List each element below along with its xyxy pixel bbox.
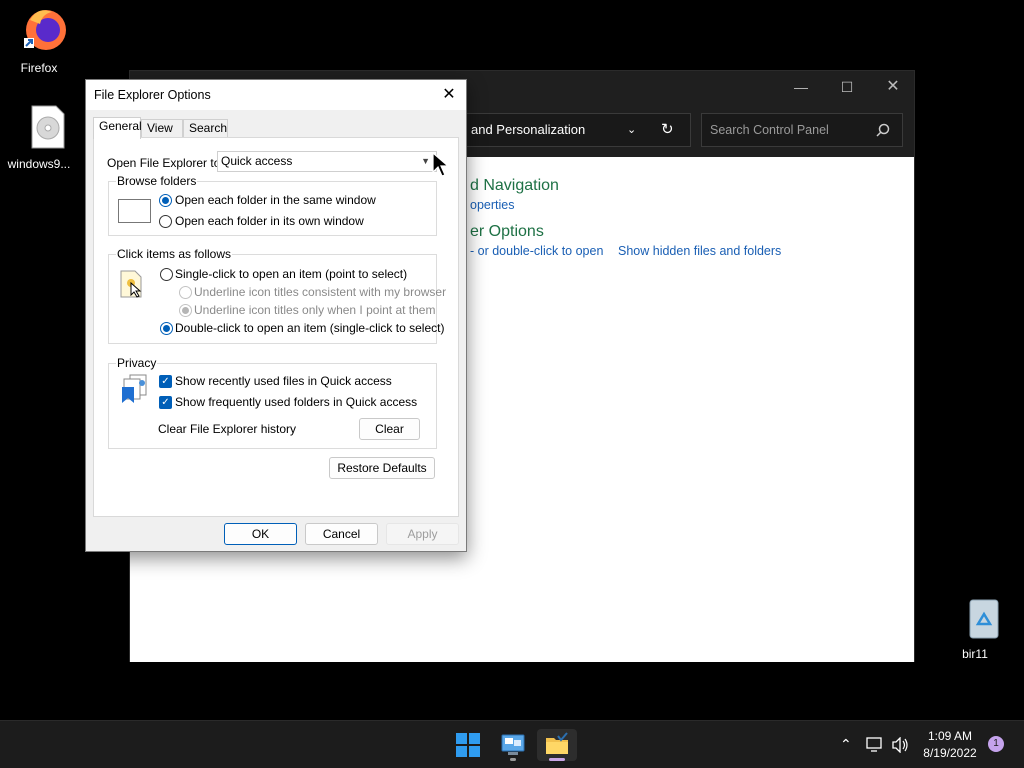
close-button[interactable]: ✕: [432, 80, 466, 110]
minimize-button[interactable]: —: [778, 71, 824, 103]
desktop-icon-label: windows9...: [7, 157, 71, 171]
browse-folders-group: Browse folders Open each folder in the s…: [108, 174, 437, 236]
category-heading[interactable]: er Options: [470, 223, 544, 241]
desktop-icon-firefox[interactable]: Firefox: [2, 6, 76, 75]
own-window-radio[interactable]: [159, 215, 172, 228]
volume-icon[interactable]: [891, 737, 909, 753]
windows-logo-icon: [456, 733, 480, 757]
recent-files-checkbox[interactable]: ✓: [159, 375, 172, 388]
checkbox-label: Show frequently used folders in Quick ac…: [175, 395, 418, 409]
general-tab-panel: Open File Explorer to: Quick access ▼ Br…: [93, 137, 459, 517]
open-explorer-dropdown[interactable]: Quick access ▼: [217, 151, 437, 172]
group-title: Browse folders: [116, 174, 198, 188]
click-pointer-icon: [120, 270, 142, 298]
cancel-button[interactable]: Cancel: [305, 523, 378, 545]
search-input[interactable]: Search Control Panel: [701, 113, 903, 147]
same-window-radio[interactable]: [159, 194, 172, 207]
dropdown-value: Quick access: [221, 154, 293, 168]
underline-point-radio[interactable]: [179, 304, 192, 317]
chevron-up-icon[interactable]: ⌃: [840, 736, 852, 753]
radio-label: Underline icon titles consistent with my…: [194, 285, 447, 299]
desktop-icon-iso-file[interactable]: windows9...: [2, 104, 76, 171]
refresh-icon[interactable]: ↻: [661, 114, 674, 146]
mouse-cursor-icon: [432, 152, 450, 177]
active-indicator: [549, 758, 565, 761]
tab-view[interactable]: View: [141, 119, 183, 138]
dialog-title: File Explorer Options: [94, 88, 211, 102]
ok-button[interactable]: OK: [224, 523, 297, 545]
single-click-radio[interactable]: [160, 268, 173, 281]
taskbar: ⌃ 1:09 AM 8/19/2022 1: [0, 720, 1024, 768]
restore-defaults-button[interactable]: Restore Defaults: [329, 457, 435, 479]
desktop-icon-label: bir11: [962, 647, 988, 661]
close-button[interactable]: ✕: [870, 71, 916, 103]
category-link[interactable]: - or double-click to open: [470, 244, 603, 258]
clear-history-label: Clear File Explorer history: [158, 422, 297, 436]
underline-browser-radio[interactable]: [179, 286, 192, 299]
recycle-bin-icon: [969, 599, 998, 639]
radio-label: Open each folder in the same window: [175, 193, 376, 207]
running-indicator: [510, 758, 516, 761]
desktop-icon-recycle-bin[interactable]: bir11: [938, 596, 1012, 661]
privacy-icon: [122, 374, 147, 403]
double-click-radio[interactable]: [160, 322, 173, 335]
taskbar-file-explorer[interactable]: [537, 729, 577, 761]
group-title: Click items as follows: [116, 247, 233, 261]
firefox-icon: [23, 10, 66, 50]
disc-file-icon: [31, 105, 64, 149]
radio-label: Open each folder in its own window: [175, 214, 364, 228]
checkbox-label: Show recently used files in Quick access: [175, 374, 392, 388]
category-link[interactable]: operties: [470, 198, 514, 212]
file-explorer-options-dialog: File Explorer Options ✕ General View Sea…: [85, 79, 467, 552]
notification-badge[interactable]: 1: [988, 736, 1004, 752]
control-panel-icon: [501, 734, 525, 755]
apply-button[interactable]: Apply: [386, 523, 459, 545]
network-icon[interactable]: [866, 737, 884, 753]
window-preview-icon: [118, 199, 151, 223]
radio-label: Underline icon titles only when I point …: [194, 303, 436, 317]
search-icon: [876, 123, 890, 137]
radio-label: Single-click to open an item (point to s…: [175, 267, 408, 281]
show-hidden-files-link[interactable]: Show hidden files and folders: [618, 244, 781, 258]
category-heading[interactable]: d Navigation: [470, 177, 559, 195]
search-placeholder: Search Control Panel: [710, 123, 829, 137]
desktop-icon-label: Firefox: [20, 61, 58, 75]
folder-icon: [546, 732, 568, 754]
tab-search[interactable]: Search: [183, 119, 228, 138]
clock-date[interactable]: 8/19/2022: [920, 746, 980, 760]
clock-time[interactable]: 1:09 AM: [922, 729, 978, 743]
dialog-title-bar: File Explorer Options ✕: [86, 80, 466, 110]
breadcrumb-label: and Personalization: [471, 122, 586, 137]
radio-label: Double-click to open an item (single-cli…: [175, 321, 445, 335]
clear-history-button[interactable]: Clear: [359, 418, 420, 440]
privacy-group: Privacy ✓ Show recently used files in Qu…: [108, 356, 437, 449]
open-explorer-label: Open File Explorer to:: [107, 156, 224, 170]
taskbar-control-panel[interactable]: [493, 729, 533, 761]
start-button[interactable]: [448, 729, 488, 761]
chevron-down-icon: ▼: [421, 156, 430, 166]
group-title: Privacy: [116, 356, 158, 370]
chevron-down-icon[interactable]: ⌄: [627, 114, 636, 146]
frequent-folders-checkbox[interactable]: ✓: [159, 396, 172, 409]
click-items-group: Click items as follows Single-click to o…: [108, 247, 446, 344]
tab-general[interactable]: General: [93, 117, 142, 139]
maximize-button[interactable]: ☐: [824, 71, 870, 103]
